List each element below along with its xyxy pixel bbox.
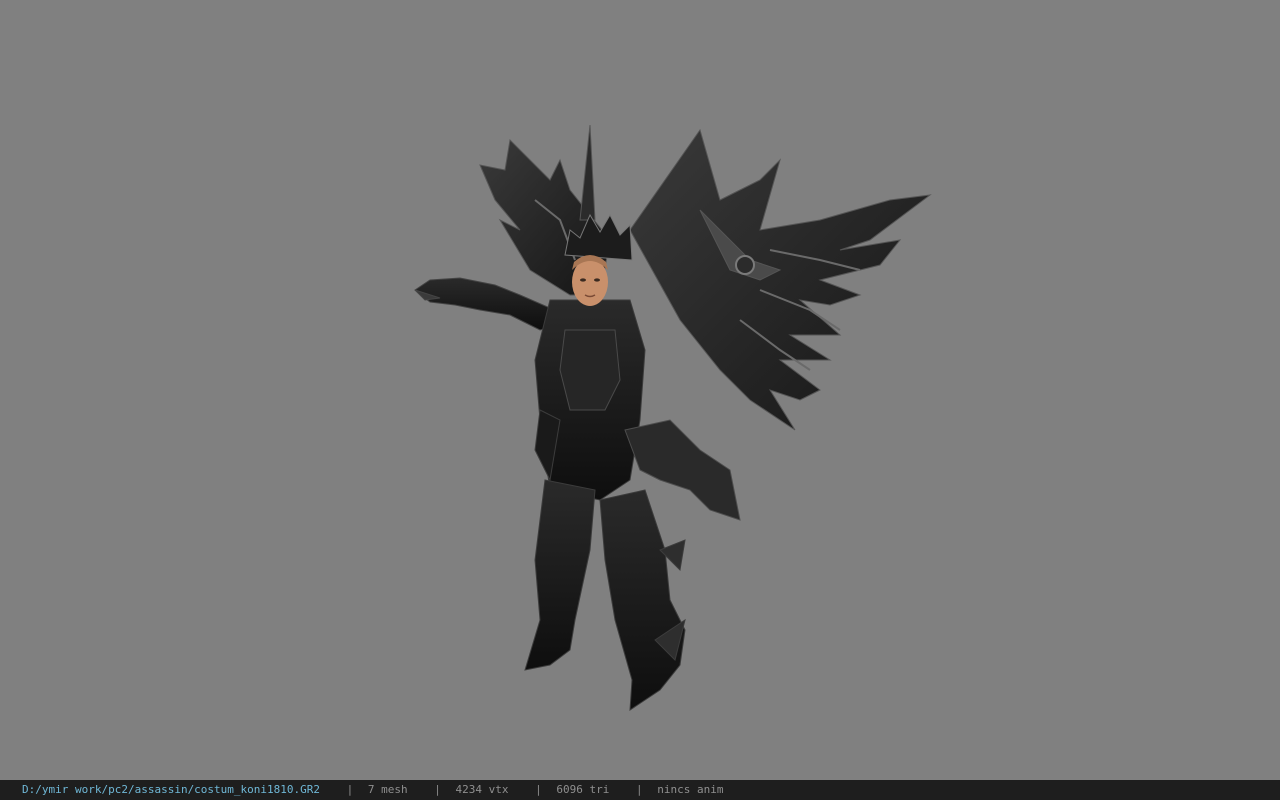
status-separator: | — [535, 783, 542, 796]
animation-status-label: nincs anim — [657, 783, 724, 796]
status-separator: | — [346, 783, 354, 796]
mesh-count-label: 7 mesh — [367, 783, 408, 796]
vertex-count-label: 4234 vtx — [455, 783, 509, 796]
right-wing — [629, 128, 932, 431]
model-viewport[interactable] — [0, 0, 1280, 780]
character-model — [414, 124, 932, 711]
status-separator: | — [434, 783, 441, 796]
legs — [524, 479, 686, 711]
file-path-label: D:/ymir work/pc2/assassin/costum_koni181… — [22, 783, 321, 796]
head — [572, 255, 608, 306]
status-bar: D:/ymir work/pc2/assassin/costum_koni181… — [0, 780, 1280, 800]
status-separator: | — [635, 783, 643, 796]
arm — [414, 277, 561, 331]
triangle-count-label: 6096 tri — [556, 783, 610, 796]
